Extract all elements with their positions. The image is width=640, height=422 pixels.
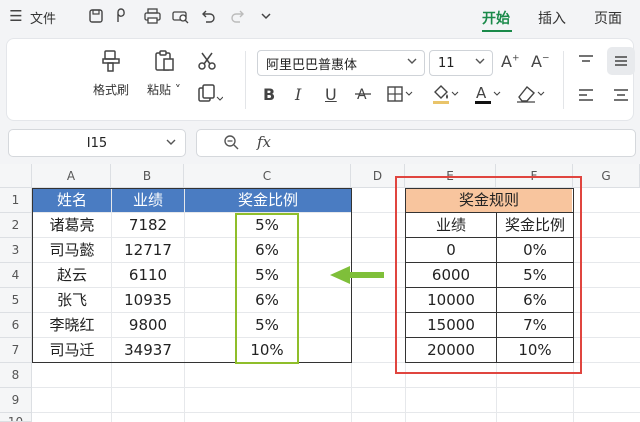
tab-insert[interactable]: 插入 xyxy=(538,8,566,28)
row-header[interactable]: 7 xyxy=(0,338,32,363)
underline-button[interactable]: U xyxy=(325,85,337,104)
strikethrough-icon[interactable]: A xyxy=(355,85,371,107)
font-family-select[interactable]: 阿里巴巴普惠体 xyxy=(257,50,425,76)
font-color-icon[interactable]: A xyxy=(473,83,503,109)
align-middle-button[interactable] xyxy=(607,47,635,75)
copy-icon[interactable] xyxy=(197,83,224,107)
clear-format-icon[interactable] xyxy=(515,83,547,109)
cut-icon[interactable] xyxy=(197,51,217,75)
select-all-corner[interactable] xyxy=(0,164,32,188)
row-header[interactable]: 3 xyxy=(0,238,32,263)
formula-bar: I15 fx xyxy=(0,126,640,160)
active-tab-indicator xyxy=(482,30,512,32)
fill-color-icon[interactable] xyxy=(431,83,461,109)
chevron-down-icon xyxy=(165,136,177,151)
cell-reference: I15 xyxy=(86,135,108,151)
gridline xyxy=(32,412,640,413)
bold-button[interactable]: B xyxy=(263,85,275,104)
zoom-icon[interactable] xyxy=(223,134,239,154)
redo-icon[interactable] xyxy=(228,6,248,26)
font-size-select[interactable]: 11 xyxy=(429,50,493,76)
font-size-value: 11 xyxy=(438,55,455,71)
share-icon[interactable] xyxy=(112,6,132,26)
print-preview-icon[interactable] xyxy=(170,6,190,26)
row-header[interactable]: 2 xyxy=(0,213,32,238)
function-icon[interactable]: fx xyxy=(257,133,271,151)
svg-text:A: A xyxy=(357,87,367,103)
rule-table-highlight xyxy=(395,176,582,374)
format-painter-button[interactable]: 格式刷 xyxy=(93,49,129,98)
row-header[interactable]: 10 xyxy=(0,413,32,422)
column-header-g[interactable]: G xyxy=(573,164,640,188)
paste-label: 粘贴 ˅ xyxy=(147,83,181,97)
ribbon-separator xyxy=(245,51,246,109)
decrease-font-size-icon[interactable]: A− xyxy=(531,52,550,71)
paste-button[interactable]: 粘贴 ˅ xyxy=(147,49,181,98)
align-left-icon[interactable] xyxy=(577,87,595,107)
name-box[interactable]: I15 xyxy=(8,129,186,157)
gridline xyxy=(32,387,640,388)
row-header[interactable]: 9 xyxy=(0,388,32,413)
svg-text:A: A xyxy=(476,84,487,102)
menu-bar: ☰ 文件 开始 插入 页面 xyxy=(0,0,640,34)
tab-home[interactable]: 开始 xyxy=(482,8,510,28)
bonus-rate-highlight xyxy=(235,213,299,364)
row-header[interactable]: 8 xyxy=(0,363,32,388)
format-painter-label: 格式刷 xyxy=(93,83,130,97)
file-menu[interactable]: 文件 xyxy=(30,8,56,27)
save-icon[interactable] xyxy=(86,6,106,26)
formula-input[interactable]: fx xyxy=(196,129,636,157)
align-top-icon[interactable] xyxy=(577,53,595,73)
chevron-down-icon[interactable] xyxy=(256,6,276,26)
arrow-left-icon xyxy=(330,266,384,284)
spreadsheet-grid[interactable]: A B C D E F G 1 2 3 4 5 6 7 8 9 10 姓名 业绩… xyxy=(0,164,640,422)
tab-page[interactable]: 页面 xyxy=(594,8,622,28)
ribbon-toolbar: 格式刷 粘贴 ˅ 阿里巴巴普惠体 11 A+ A− B I U A A xyxy=(6,38,635,121)
row-header[interactable]: 5 xyxy=(0,288,32,313)
column-header-b[interactable]: B xyxy=(111,164,184,188)
row-header[interactable]: 6 xyxy=(0,313,32,338)
ribbon-separator xyxy=(563,51,564,109)
paste-icon xyxy=(152,49,176,77)
column-header-c[interactable]: C xyxy=(184,164,351,188)
row-header[interactable]: 1 xyxy=(0,188,32,213)
column-header-a[interactable]: A xyxy=(32,164,111,188)
chevron-down-icon xyxy=(406,55,418,70)
hamburger-menu-icon[interactable]: ☰ xyxy=(6,6,26,26)
row-header[interactable]: 4 xyxy=(0,263,32,288)
format-painter-icon xyxy=(100,49,122,77)
undo-icon[interactable] xyxy=(198,6,218,26)
print-icon[interactable] xyxy=(142,6,162,26)
align-center-icon[interactable] xyxy=(612,87,630,107)
italic-button[interactable]: I xyxy=(295,85,301,104)
font-family-value: 阿里巴巴普惠体 xyxy=(266,57,358,73)
borders-icon[interactable] xyxy=(387,85,415,107)
increase-font-size-icon[interactable]: A+ xyxy=(501,52,520,71)
main-table-border xyxy=(32,188,352,363)
chevron-down-icon xyxy=(474,55,486,70)
paste-label-text: 粘贴 xyxy=(147,83,172,97)
